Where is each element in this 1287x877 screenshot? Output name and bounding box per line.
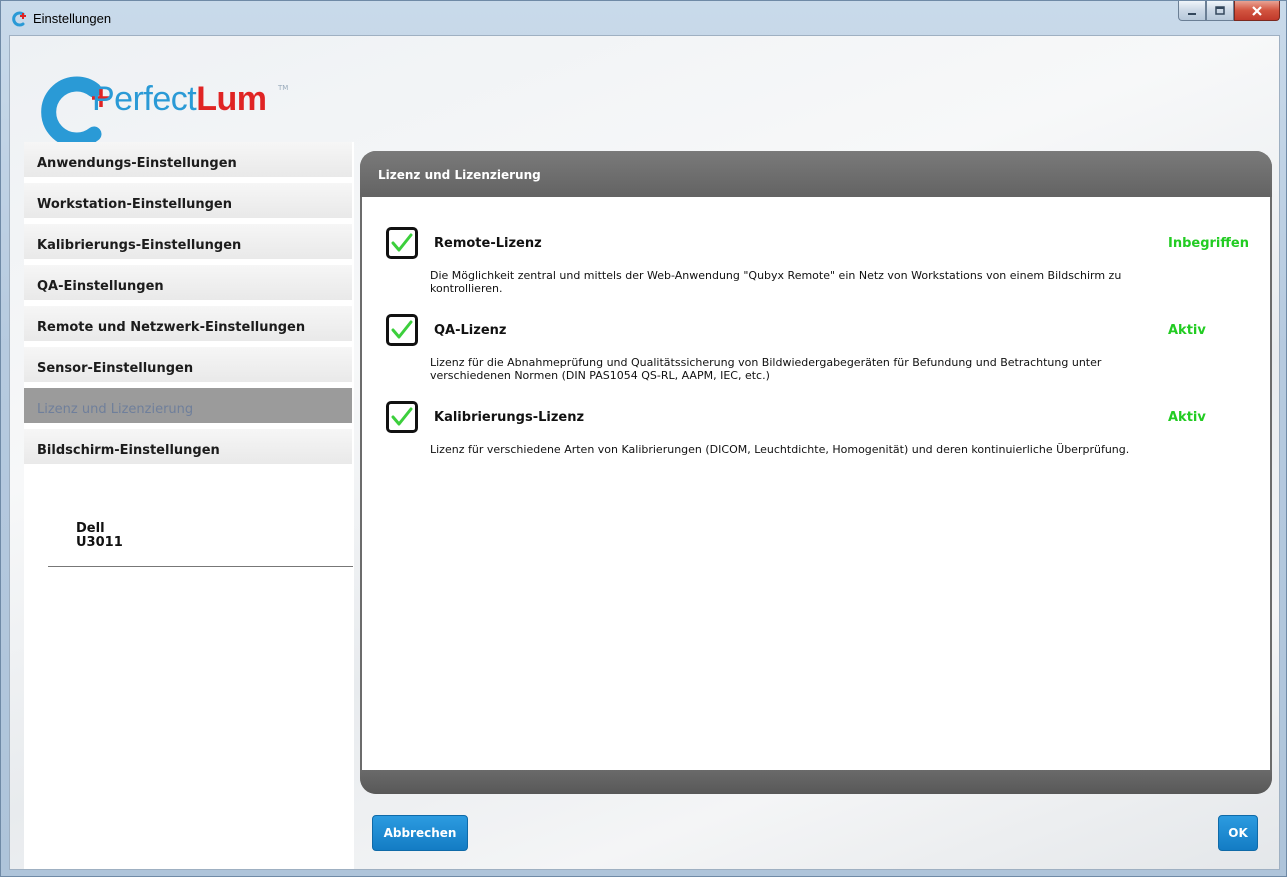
sidebar-item-anwendungs-einstellungen[interactable]: Anwendungs-Einstellungen [24, 142, 352, 180]
license-status: Inbegriffen [1168, 236, 1249, 251]
license-name: QA-Lizenz [434, 323, 507, 338]
checkmark-icon [391, 407, 413, 426]
panel-footer [360, 770, 1272, 794]
sidebar-item-bildschirm-einstellungen[interactable]: Bildschirm-Einstellungen [24, 429, 352, 467]
checkmark-icon [391, 320, 413, 339]
remote-license-checkbox[interactable] [386, 227, 418, 259]
logo-trademark: TM [278, 84, 289, 92]
minimize-icon [1188, 12, 1196, 15]
logo-name-prefix: Perfect [92, 80, 197, 118]
qa-license-checkbox[interactable] [386, 314, 418, 346]
window-title: Einstellungen [33, 11, 112, 26]
license-status: Aktiv [1168, 410, 1206, 425]
logo-text: PerfectLum [92, 80, 267, 119]
sidebar-item-remote-netzwerk-einstellungen[interactable]: Remote und Netzwerk-Einstellungen [24, 306, 352, 344]
sidebar-item-lizenz-und-lizenzierung[interactable]: Lizenz und Lizenzierung [24, 388, 352, 426]
app-icon [12, 11, 26, 27]
license-status: Aktiv [1168, 323, 1206, 338]
close-icon [1252, 5, 1262, 16]
panel-header: Lizenz und Lizenzierung [360, 151, 1272, 197]
monitor-vendor: Dell [76, 521, 105, 536]
cancel-button[interactable]: Abbrechen [372, 815, 468, 851]
minimize-button[interactable] [1178, 1, 1206, 21]
monitor-model: U3011 [76, 535, 123, 550]
close-button[interactable] [1234, 1, 1280, 21]
sidebar: Anwendungs-Einstellungen Workstation-Ein… [24, 142, 354, 869]
license-name: Remote-Lizenz [434, 236, 542, 251]
license-name: Kalibrierungs-Lizenz [434, 410, 585, 425]
license-description: Lizenz für verschiedene Arten von Kalibr… [430, 443, 1130, 456]
sidebar-item-qa-einstellungen[interactable]: QA-Einstellungen [24, 265, 352, 303]
calibration-license-checkbox[interactable] [386, 401, 418, 433]
maximize-button[interactable] [1206, 1, 1234, 21]
window-controls [1178, 1, 1280, 21]
sidebar-item-sensor-einstellungen[interactable]: Sensor-Einstellungen [24, 347, 352, 385]
logo-name-suffix: Lum [196, 80, 267, 118]
ok-button[interactable]: OK [1218, 815, 1258, 851]
panel-title: Lizenz und Lizenzierung [378, 168, 541, 182]
title-bar[interactable]: Einstellungen [1, 1, 1286, 35]
checkmark-icon [391, 233, 413, 252]
client-area: PerfectLum TM Anwendungs-Einstellungen W… [9, 35, 1280, 870]
license-panel: Lizenz und Lizenzierung Remote-Lizenz In… [360, 151, 1272, 794]
sidebar-item-workstation-einstellungen[interactable]: Workstation-Einstellungen [24, 183, 352, 221]
monitor-entry[interactable]: Dell U3011 [76, 522, 123, 550]
maximize-icon [1215, 5, 1225, 15]
settings-window: Einstellungen PerfectLum TM Anwendungs-E… [0, 0, 1287, 877]
license-description: Die Möglichkeit zentral und mittels der … [430, 269, 1122, 295]
panel-body: Remote-Lizenz Inbegriffen Die Möglichkei… [362, 197, 1270, 770]
divider [48, 566, 353, 567]
license-description: Lizenz für die Abnahmeprüfung und Qualit… [430, 356, 1102, 382]
sidebar-item-kalibrierungs-einstellungen[interactable]: Kalibrierungs-Einstellungen [24, 224, 352, 262]
